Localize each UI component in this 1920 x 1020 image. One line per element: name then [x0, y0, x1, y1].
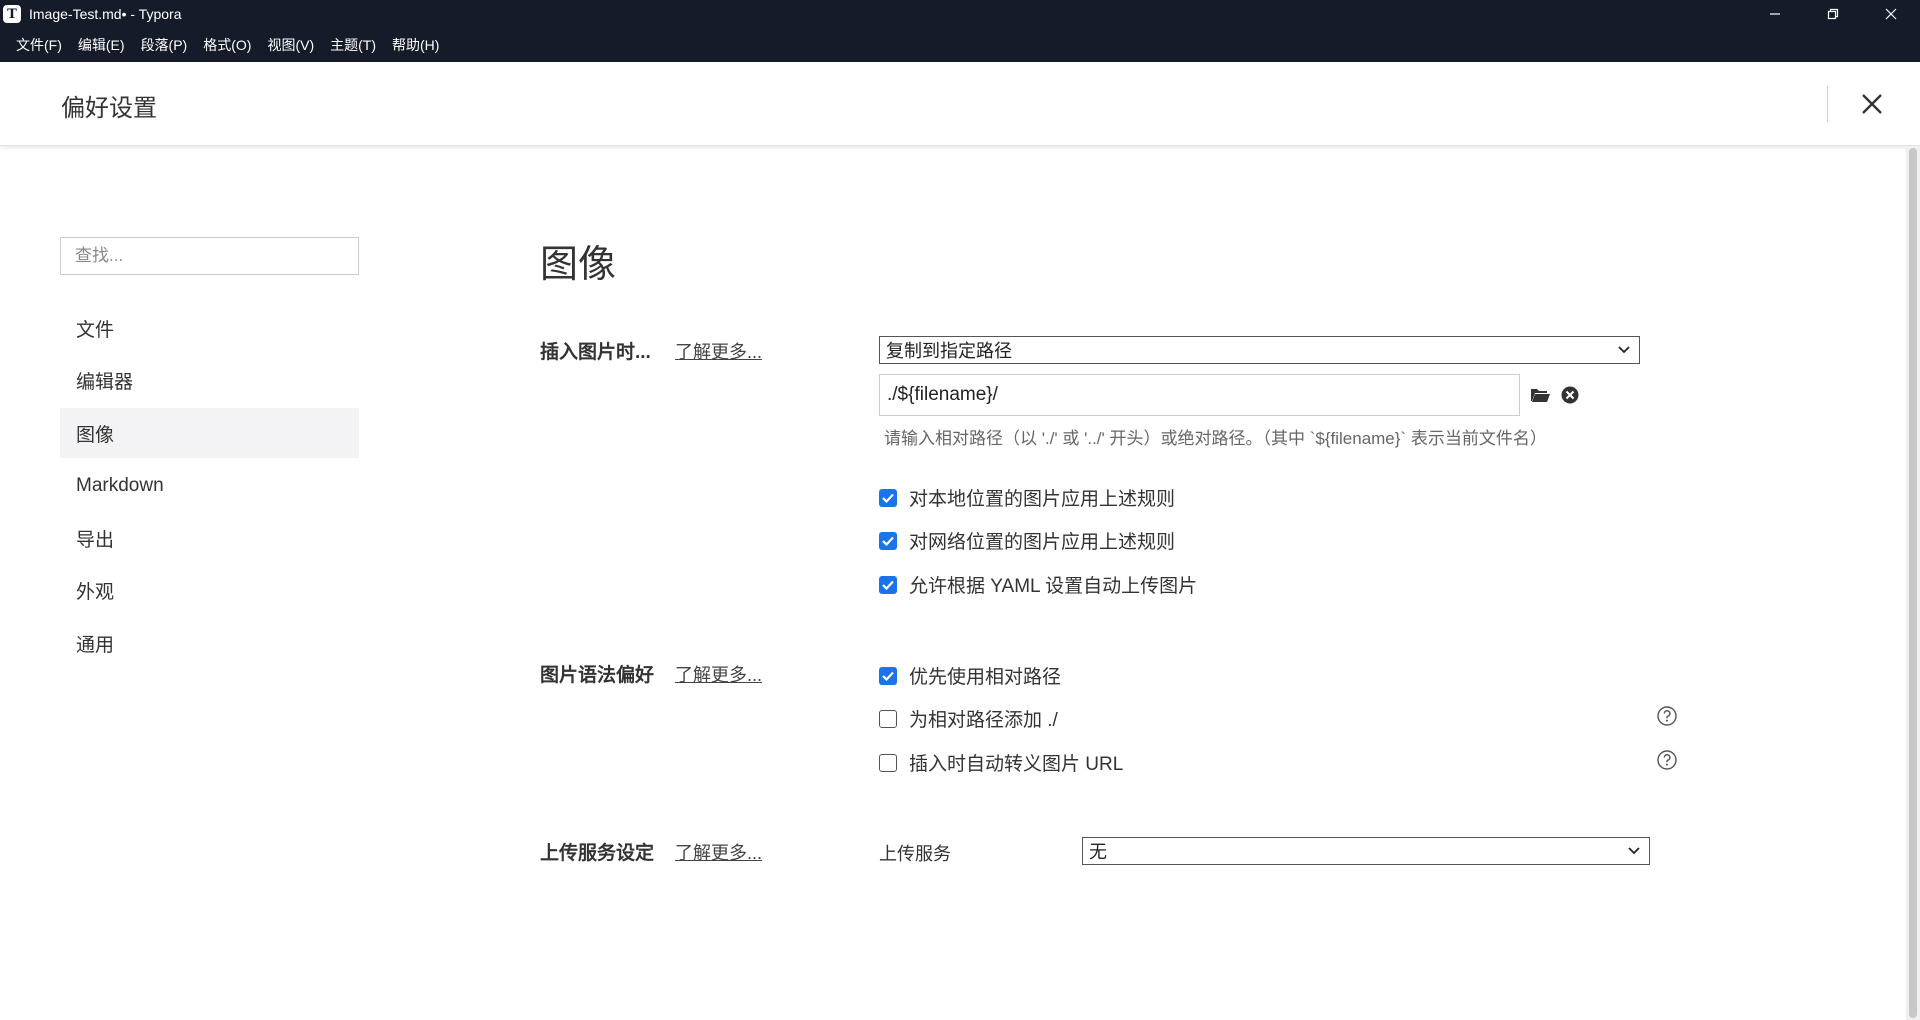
chevron-down-icon: [1618, 346, 1630, 354]
yaml-upload-label: 允许根据 YAML 设置自动上传图片: [909, 576, 1198, 597]
checkbox-checked[interactable]: [879, 575, 897, 594]
minimize-button[interactable]: [1746, 0, 1804, 28]
scrollbar-thumb[interactable]: [1909, 148, 1917, 1018]
upload-service-settings-label: 上传服务设定: [540, 843, 655, 864]
add-dot-slash-option[interactable]: 为相对路径添加 ./: [879, 705, 1058, 732]
menu-paragraph[interactable]: 段落(P): [133, 35, 196, 55]
apply-local-label: 对本地位置的图片应用上述规则: [909, 489, 1176, 510]
menu-themes[interactable]: 主题(T): [322, 35, 384, 55]
insert-action-select[interactable]: 复制到指定路径: [879, 336, 1640, 364]
minimize-icon: [1770, 13, 1780, 15]
image-path-input[interactable]: [879, 374, 1520, 416]
preferences-title: 偏好设置: [61, 95, 157, 122]
clear-path-icon[interactable]: [1561, 386, 1579, 404]
escape-url-label: 插入时自动转义图片 URL: [909, 754, 1124, 775]
close-preferences-button[interactable]: [1856, 88, 1888, 120]
section-title: 图像: [540, 244, 617, 286]
preferences-header: 偏好设置: [0, 62, 1920, 146]
checkmark-icon: [882, 580, 894, 590]
escape-url-option[interactable]: 插入时自动转义图片 URL: [879, 749, 1123, 776]
sidebar-item-markdown[interactable]: Markdown: [60, 461, 359, 511]
apply-network-label: 对网络位置的图片应用上述规则: [909, 532, 1176, 553]
window-close-button[interactable]: [1862, 0, 1920, 28]
checkbox-checked[interactable]: [879, 531, 897, 550]
checkbox-checked[interactable]: [879, 666, 897, 685]
upload-service-value: 无: [1089, 842, 1107, 862]
close-icon: [1862, 94, 1882, 114]
help-icon[interactable]: [1657, 750, 1677, 770]
checkmark-icon: [882, 536, 894, 546]
prefer-relative-path-label: 优先使用相对路径: [909, 667, 1062, 688]
insert-action-value: 复制到指定路径: [886, 341, 1012, 361]
title-bar: T Image-Test.md• - Typora: [0, 0, 1920, 28]
search-input[interactable]: [60, 237, 359, 275]
checkbox-checked[interactable]: [879, 488, 897, 507]
chevron-down-icon: [1628, 847, 1640, 855]
syntax-learn-more-link[interactable]: 了解更多...: [675, 661, 762, 687]
sidebar-item-export[interactable]: 导出: [60, 513, 359, 563]
checkbox-unchecked[interactable]: [879, 709, 897, 728]
window-close-icon: [1885, 8, 1897, 20]
sidebar-item-image[interactable]: 图像: [60, 408, 359, 458]
upload-learn-more-link[interactable]: 了解更多...: [675, 839, 762, 865]
menu-format[interactable]: 格式(O): [195, 35, 259, 55]
sidebar-item-general[interactable]: 通用: [60, 618, 359, 668]
syntax-preference-label: 图片语法偏好: [540, 665, 655, 686]
prefer-relative-path-option[interactable]: 优先使用相对路径: [879, 662, 1061, 689]
scrollbar[interactable]: [1906, 146, 1920, 1020]
sidebar-item-editor[interactable]: 编辑器: [60, 356, 359, 406]
yaml-upload-option[interactable]: 允许根据 YAML 设置自动上传图片: [879, 571, 1197, 598]
window-controls: [1746, 0, 1920, 28]
restore-icon: [1827, 8, 1839, 20]
sidebar-nav: 文件 编辑器 图像 Markdown 导出 外观 通用: [60, 303, 359, 671]
window-title: Image-Test.md• - Typora: [29, 6, 182, 22]
menu-bar: 文件(F) 编辑(E) 段落(P) 格式(O) 视图(V) 主题(T) 帮助(H…: [0, 28, 1920, 62]
sidebar-item-file[interactable]: 文件: [60, 303, 359, 353]
menu-edit[interactable]: 编辑(E): [70, 35, 133, 55]
menu-help[interactable]: 帮助(H): [384, 35, 447, 55]
apply-local-option[interactable]: 对本地位置的图片应用上述规则: [879, 484, 1175, 511]
checkbox-unchecked[interactable]: [879, 753, 897, 772]
upload-service-select[interactable]: 无: [1082, 837, 1650, 865]
typora-app-icon: T: [3, 5, 21, 23]
add-dot-slash-label: 为相对路径添加 ./: [909, 710, 1058, 731]
apply-network-option[interactable]: 对网络位置的图片应用上述规则: [879, 527, 1175, 554]
menu-view[interactable]: 视图(V): [259, 35, 322, 55]
restore-button[interactable]: [1804, 0, 1862, 28]
upload-service-label: 上传服务: [879, 844, 951, 864]
help-icon[interactable]: [1657, 706, 1677, 726]
folder-icon[interactable]: [1530, 386, 1550, 403]
path-hint: 请输入相对路径（以 './' 或 '../' 开头）或绝对路径。（其中 `${f…: [884, 429, 1547, 448]
insert-learn-more-link[interactable]: 了解更多...: [675, 338, 762, 364]
checkmark-icon: [882, 671, 894, 681]
menu-file[interactable]: 文件(F): [8, 35, 70, 55]
checkmark-icon: [882, 493, 894, 503]
sidebar-item-appearance[interactable]: 外观: [60, 566, 359, 616]
header-divider: [1827, 86, 1828, 122]
insert-image-label: 插入图片时...: [540, 342, 651, 363]
